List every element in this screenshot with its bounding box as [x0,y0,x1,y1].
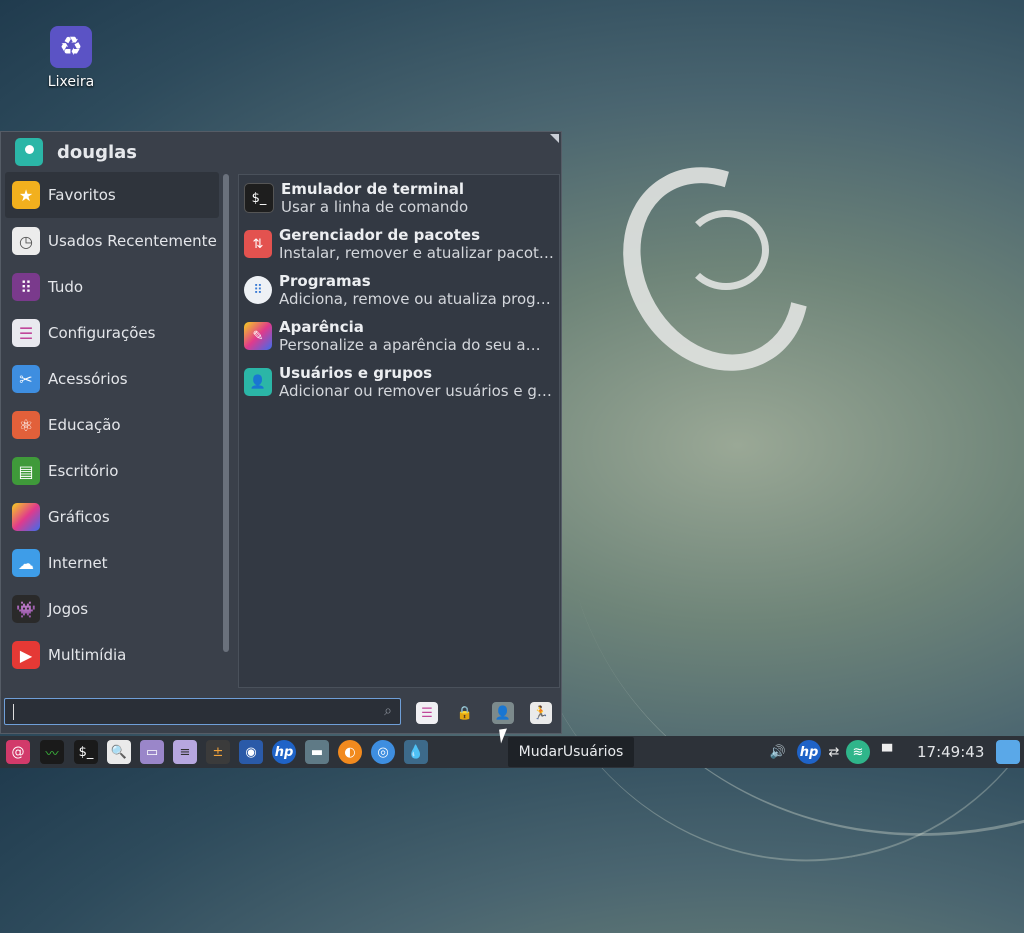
app-programs[interactable]: ⠿ Programas Adiciona, remove ou atualiza … [239,267,559,313]
magnifier-icon: 🔍 [110,744,128,760]
updates-icon: ≋ [852,744,864,760]
settings-button[interactable]: ☰ [416,702,438,724]
scissors-icon: ✂ [12,365,40,393]
hp-logo-icon: hp [274,744,294,760]
show-desktop-button[interactable] [996,740,1020,764]
text-cursor [13,704,14,720]
category-favorites[interactable]: ★ Favoritos [5,172,219,218]
category-all[interactable]: ⠿ Tudo [5,264,219,310]
terminal-icon: $_ [244,183,274,213]
whisker-menu-button[interactable]: @ [6,740,30,764]
user-icon: 👤 [244,368,272,396]
grid-icon: ⠿ [12,273,40,301]
logout-button[interactable]: 🏃 [530,702,552,724]
star-icon: ★ [12,181,40,209]
username: douglas [57,141,137,163]
resize-handle-icon[interactable] [550,134,559,143]
category-games[interactable]: 👾 Jogos [5,586,219,632]
toggles-icon: ☰ [12,319,40,347]
app-appearance[interactable]: ✎ Aparência Personalize a aparência do se… [239,313,559,359]
category-internet[interactable]: ☁ Internet [5,540,219,586]
network-tray-icon[interactable]: ⇄ [822,740,846,764]
trash-label: Lixeira [47,74,95,90]
app-package-manager[interactable]: ⇅ Gerenciador de pacotes Instalar, remove… [239,221,559,267]
terminal-icon: $_ [78,744,94,760]
application-menu: douglas ★ Favoritos ◷ Usados Recentement… [0,131,562,734]
cloud-icon: ☁ [12,549,40,577]
recycle-icon: ♻ [50,26,92,68]
invader-icon: 👾 [12,595,40,623]
category-recent[interactable]: ◷ Usados Recentemente [5,218,219,264]
router-icon: ▀ [882,744,892,760]
switch-user-icon: 👤 [494,705,512,721]
display-launcher[interactable]: ▬ [305,740,329,764]
trash-desktop-icon[interactable]: ♻ Lixeira [38,26,104,90]
tooltip: MudarUsuários [508,737,634,767]
search-icon: ⌕ [384,703,392,719]
calculator-icon: ± [212,744,224,760]
network-arrows-icon: ⇄ [828,744,840,760]
apps-icon: ⠿ [244,276,272,304]
app-users-groups[interactable]: 👤 Usuários e grupos Adicionar ou remover … [239,359,559,405]
app-list: $_ Emulador de terminal Usar a linha de c… [238,174,560,688]
firefox-icon: ◐ [344,744,356,760]
firefox-launcher[interactable]: ◐ [338,740,362,764]
category-office[interactable]: ▤ Escritório [5,448,219,494]
clock-icon: ◷ [12,227,40,255]
task-manager-launcher[interactable]: 〰 [40,740,64,764]
document-icon: ▤ [12,457,40,485]
category-graphics[interactable]: Gráficos [5,494,219,540]
play-icon: ▶ [12,641,40,669]
hp-tray-icon[interactable]: hp [797,740,821,764]
lock-screen-button[interactable]: 🔒 [454,702,476,724]
search-field[interactable]: ⌕ [4,698,401,725]
search-input[interactable] [11,702,375,723]
exit-icon: 🏃 [532,705,550,721]
brush-icon: ✎ [244,322,272,350]
camera-icon: ◉ [245,744,257,760]
app-terminal[interactable]: $_ Emulador de terminal Usar a linha de c… [239,175,559,221]
palette-icon [12,503,40,531]
hp-launcher[interactable]: hp [272,740,296,764]
chrome-icon: ◎ [377,744,389,760]
category-accessories[interactable]: ✂ Acessórios [5,356,219,402]
terminal-launcher[interactable]: $_ [74,740,98,764]
category-settings[interactable]: ☰ Configurações [5,310,219,356]
monitor-icon: ▬ [310,744,324,760]
file-manager-launcher[interactable]: ▭ [140,740,164,764]
update-tray-icon[interactable]: ≋ [846,740,870,764]
atom-icon: ⚛ [12,411,40,439]
category-list: ★ Favoritos ◷ Usados Recentemente ⠿ Tudo… [5,172,219,678]
search-launcher[interactable]: 🔍 [107,740,131,764]
clock[interactable]: 17:49:43 [917,743,984,761]
screenshot-launcher[interactable]: ◉ [239,740,263,764]
activity-monitor-icon: 〰 [45,746,59,762]
volume-button[interactable]: 🔊 [766,740,790,764]
lock-icon: 🔒 [456,705,474,721]
category-multimedia[interactable]: ▶ Multimídia [5,632,219,678]
package-icon: ⇅ [244,230,272,258]
text-editor-launcher[interactable]: ≡ [173,740,197,764]
document-icon: ≡ [179,744,191,760]
router-tray-icon[interactable]: ▀ [875,740,899,764]
folder-icon: ▭ [145,744,159,760]
category-education[interactable]: ⚛ Educação [5,402,219,448]
browser-launcher[interactable]: ◎ [371,740,395,764]
hp-logo-icon: hp [799,744,819,760]
user-header: douglas [15,137,137,167]
toggles-icon: ☰ [421,705,433,721]
speaker-icon: 🔊 [769,744,787,760]
user-avatar-icon [15,138,43,166]
category-scrollbar[interactable] [223,174,229,652]
debian-logo-icon: @ [11,744,25,760]
switch-user-button[interactable]: 👤 [492,702,514,724]
calculator-launcher[interactable]: ± [206,740,230,764]
droplet-icon: 💧 [407,744,425,760]
water-app-launcher[interactable]: 💧 [404,740,428,764]
